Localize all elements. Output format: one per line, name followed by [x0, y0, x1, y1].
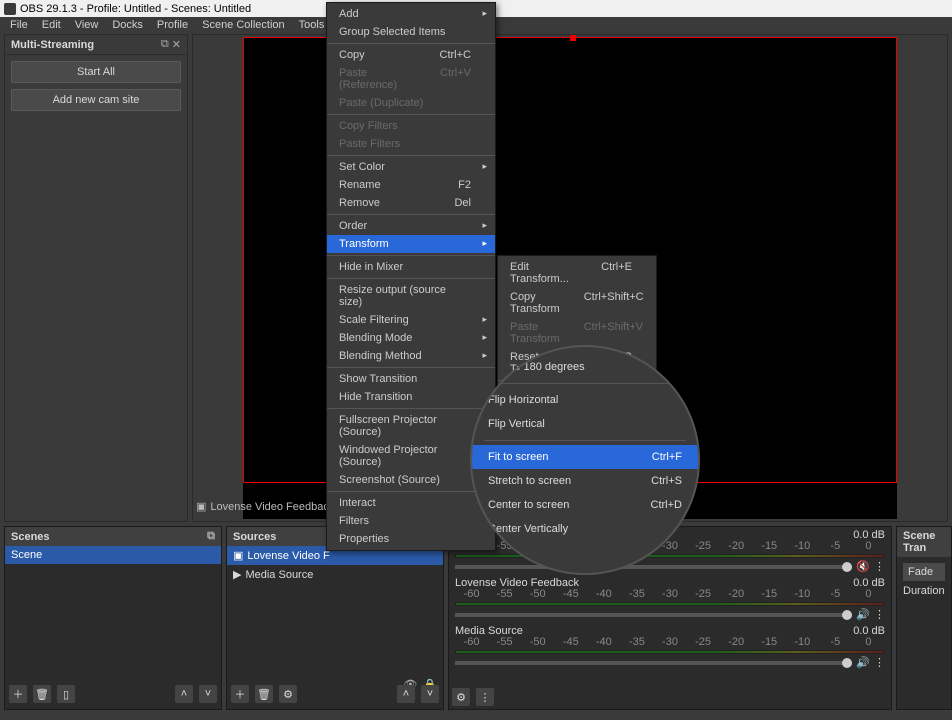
source-item[interactable]: ▶Media Source — [227, 565, 443, 584]
remove-source-button[interactable]: 🗑 — [255, 685, 273, 703]
menu-item-order[interactable]: Order — [327, 217, 495, 235]
obs-icon — [4, 3, 16, 15]
selection-handle[interactable] — [570, 35, 576, 41]
menu-item-filters[interactable]: Filters — [327, 512, 495, 530]
menu-item-copy[interactable]: CopyCtrl+C — [327, 46, 495, 64]
transitions-dock: Scene Tran Fade Duration — [896, 526, 952, 710]
mute-icon[interactable]: 🔊 — [856, 656, 870, 669]
menu-profile[interactable]: Profile — [151, 18, 194, 32]
menu-item-fullscreen-projector-source-[interactable]: Fullscreen Projector (Source) — [327, 411, 495, 441]
menu-item-paste-filters: Paste Filters — [327, 135, 495, 153]
menu-docks[interactable]: Docks — [106, 18, 149, 32]
menu-tools[interactable]: Tools — [293, 18, 331, 32]
menu-item-scale-filtering[interactable]: Scale Filtering — [327, 311, 495, 329]
transform-submenu[interactable]: Edit Transform...Ctrl+ECopy TransformCtr… — [497, 255, 657, 422]
mute-icon[interactable]: 🔇 — [856, 560, 870, 573]
mixer-channel: Lovense Video Feedback0.0 dB-60-55-50-45… — [449, 575, 891, 623]
menu-item-set-color[interactable]: Set Color — [327, 158, 495, 176]
remove-scene-button[interactable]: 🗑 — [33, 685, 51, 703]
mute-icon[interactable]: 🔊 — [856, 608, 870, 621]
menu-scene-collection[interactable]: Scene Collection — [196, 18, 291, 32]
menu-item-copy-filters: Copy Filters — [327, 117, 495, 135]
menu-item-blending-method[interactable]: Blending Method — [327, 347, 495, 365]
menu-item-group-selected-items[interactable]: Group Selected Items — [327, 23, 495, 41]
mixer-menu-button[interactable]: ⋮ — [476, 688, 494, 706]
menu-view[interactable]: View — [69, 18, 105, 32]
channel-menu-icon[interactable]: ⋮ — [874, 656, 885, 669]
scene-down-button[interactable]: ˅ — [199, 685, 217, 703]
source-down-button[interactable]: ˅ — [421, 685, 439, 703]
channel-menu-icon[interactable]: ⋮ — [874, 608, 885, 621]
mixer-channel: Media Source0.0 dB-60-55-50-45-40-35-30-… — [449, 623, 891, 671]
multi-streaming-header: Multi-Streaming ⧉ ✕ — [5, 35, 187, 55]
sources-dock: Sources ⧉ ▣Lovense Video F▶Media Source … — [226, 526, 444, 710]
menu-item-paste-reference-: Paste (Reference)Ctrl+V — [327, 64, 495, 94]
menu-file[interactable]: File — [4, 18, 34, 32]
menu-item-rename[interactable]: RenameF2 — [327, 176, 495, 194]
menu-item-rotate-90-degrees-ccw[interactable]: Rotate 90 degrees CCW — [498, 401, 656, 419]
menu-item-screenshot-source-[interactable]: Screenshot (Source) — [327, 471, 495, 489]
mixer-dock: 0.0 dB-60-55-50-45-40-35-30-25-20-15-10-… — [448, 526, 892, 710]
menu-item-interact[interactable]: Interact — [327, 494, 495, 512]
source-properties-button[interactable]: ⚙ — [279, 685, 297, 703]
volume-slider[interactable] — [455, 661, 852, 665]
menu-item-transform[interactable]: Transform — [327, 235, 495, 253]
close-icon[interactable]: ✕ — [172, 38, 181, 51]
add-scene-button[interactable]: ＋ — [9, 685, 27, 703]
volume-slider[interactable] — [455, 565, 852, 569]
menu-item-resize-output-source-size-[interactable]: Resize output (source size) — [327, 281, 495, 311]
sources-header: Sources — [233, 531, 276, 543]
menu-item-remove[interactable]: RemoveDel — [327, 194, 495, 212]
context-menu[interactable]: AddGroup Selected ItemsCopyCtrl+CPaste (… — [326, 2, 496, 551]
add-cam-button[interactable]: Add new cam site — [11, 89, 181, 111]
transitions-header: Scene Tran — [903, 530, 945, 554]
menu-item-properties[interactable]: Properties — [327, 530, 495, 548]
menu-item-edit-transform-[interactable]: Edit Transform...Ctrl+E — [498, 258, 656, 288]
menu-item-blending-mode[interactable]: Blending Mode — [327, 329, 495, 347]
add-source-button[interactable]: ＋ — [231, 685, 249, 703]
menu-item-hide-in-mixer[interactable]: Hide in Mixer — [327, 258, 495, 276]
popout-icon[interactable]: ⧉ — [161, 38, 169, 51]
scene-up-button[interactable]: ˄ — [175, 685, 193, 703]
scene-filters-button[interactable]: ▯ — [57, 685, 75, 703]
menu-item-windowed-projector-source-[interactable]: Windowed Projector (Source) — [327, 441, 495, 471]
popout-icon[interactable]: ⧉ — [207, 530, 215, 543]
scene-item[interactable]: Scene — [5, 546, 221, 564]
volume-slider[interactable] — [455, 613, 852, 617]
transition-dropdown[interactable]: Fade — [903, 563, 945, 581]
menu-item-paste-duplicate-: Paste (Duplicate) — [327, 94, 495, 112]
start-all-button[interactable]: Start All — [11, 61, 181, 83]
menu-item-add[interactable]: Add — [327, 5, 495, 23]
source-up-button[interactable]: ˄ — [397, 685, 415, 703]
menu-item-reset-transform[interactable]: Reset TransformCtrl+R — [498, 348, 656, 378]
menu-edit[interactable]: Edit — [36, 18, 67, 32]
multi-streaming-panel: Multi-Streaming ⧉ ✕ Start All Add new ca… — [4, 34, 188, 522]
channel-menu-icon[interactable]: ⋮ — [874, 560, 885, 573]
menu-item-paste-transform: Paste TransformCtrl+Shift+V — [498, 318, 656, 348]
preview-source-label: Lovense Video Feedback — [210, 501, 334, 513]
mixer-settings-button[interactable]: ⚙ — [452, 688, 470, 706]
menu-item-show-transition[interactable]: Show Transition — [327, 370, 495, 388]
mixer-channel: 0.0 dB-60-55-50-45-40-35-30-25-20-15-10-… — [449, 527, 891, 575]
menu-item-copy-transform[interactable]: Copy TransformCtrl+Shift+C — [498, 288, 656, 318]
duration-label: Duration — [903, 585, 945, 597]
selection-handle[interactable] — [570, 479, 576, 485]
scenes-header: Scenes — [11, 531, 50, 543]
scenes-dock: Scenes ⧉ Scene ＋ 🗑 ▯ ˄ ˅ — [4, 526, 222, 710]
menu-item-rotate-90-degrees-cw[interactable]: Rotate 90 degrees CW — [498, 383, 656, 401]
source-icon: ▣ — [196, 500, 206, 513]
multi-streaming-title: Multi-Streaming — [11, 39, 94, 51]
menu-item-hide-transition[interactable]: Hide Transition — [327, 388, 495, 406]
title-text: OBS 29.1.3 - Profile: Untitled - Scenes:… — [20, 3, 251, 15]
